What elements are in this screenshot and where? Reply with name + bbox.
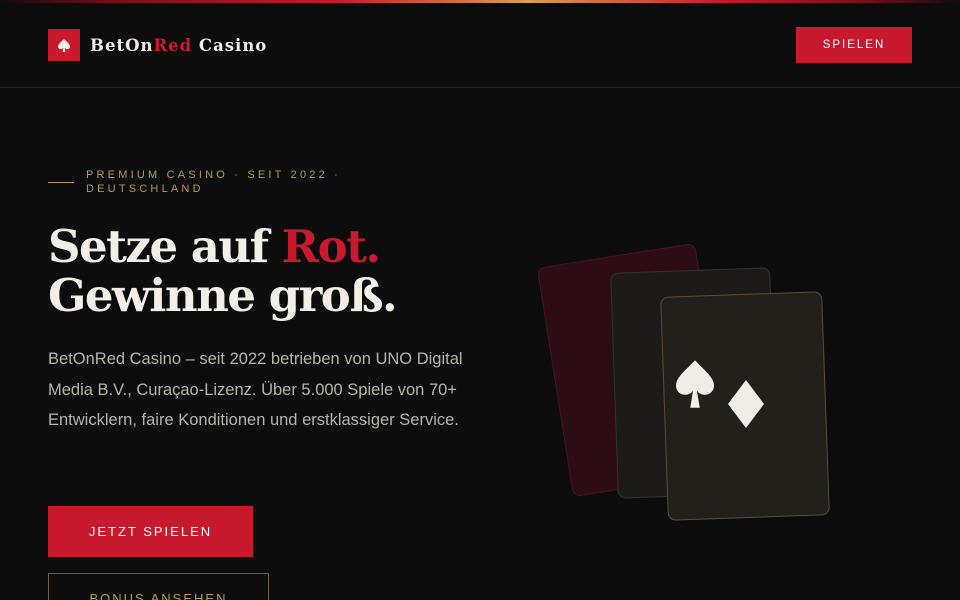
hero-title-highlight: Rot.: [281, 220, 381, 273]
brand-name: BetOnRed Casino: [90, 35, 268, 55]
logo[interactable]: BetOnRed Casino: [48, 29, 267, 61]
site-header: BetOnRed Casino SPIELEN: [0, 3, 960, 88]
diamond-icon: [728, 380, 764, 432]
play-button[interactable]: SPIELEN: [796, 27, 912, 63]
eyebrow-text: PREMIUM CASINO · SEIT 2022 · DEUTSCHLAND: [86, 169, 342, 195]
play-now-button[interactable]: JETZT SPIELEN: [48, 506, 253, 557]
view-bonus-button[interactable]: BONUS ANSEHEN: [48, 573, 269, 600]
hero-title: Setze auf Rot. Gewinne groß.: [48, 220, 398, 322]
eyebrow: PREMIUM CASINO · SEIT 2022 · DEUTSCHLAND: [48, 168, 396, 196]
eyebrow-line: [48, 182, 74, 183]
spade-icon: [676, 360, 714, 412]
hero-title-line2: Gewinne groß.: [48, 269, 398, 322]
cards-illustration: [530, 230, 850, 540]
hero-title-part1: Setze auf: [48, 220, 282, 273]
hero-description: BetOnRed Casino – seit 2022 betrieben vo…: [48, 350, 463, 429]
spade-icon: [48, 29, 80, 61]
